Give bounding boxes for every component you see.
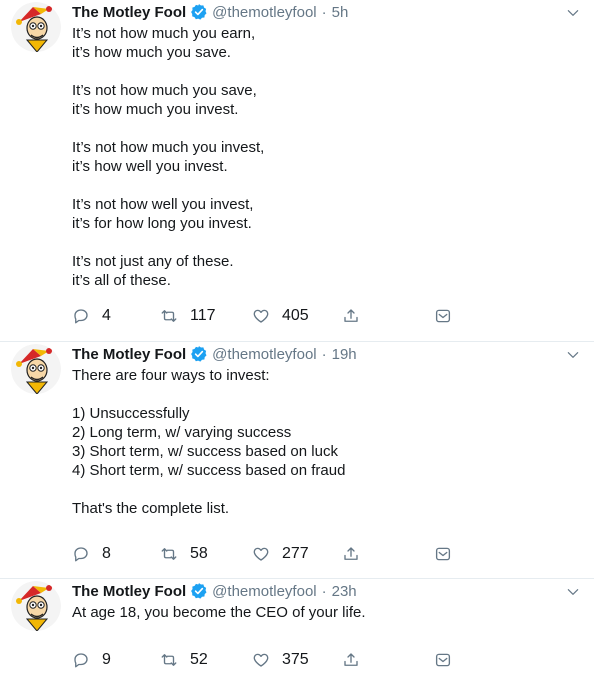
avatar[interactable] xyxy=(11,2,61,52)
like-button[interactable]: 277 xyxy=(252,545,309,563)
retweet-icon xyxy=(161,310,177,322)
timestamp[interactable]: 23h xyxy=(332,583,357,600)
retweet-icon xyxy=(161,548,177,560)
reply-icon xyxy=(74,547,88,562)
timestamp[interactable]: 5h xyxy=(332,4,349,21)
retweet-button[interactable]: 117 xyxy=(160,307,216,325)
jester-avatar-icon xyxy=(11,581,61,631)
tweet-text: At age 18, you become the CEO of your li… xyxy=(72,604,366,621)
verified-badge-icon xyxy=(191,346,207,362)
tweet-header: The Motley Fool @themotleyfool · 23h xyxy=(72,582,357,600)
tweet[interactable]: The Motley Fool @themotleyfool · 19h The… xyxy=(0,342,594,579)
like-count: 405 xyxy=(282,307,309,324)
like-count: 277 xyxy=(282,545,309,562)
separator-dot: · xyxy=(321,345,327,363)
display-name[interactable]: The Motley Fool xyxy=(72,583,186,600)
like-button[interactable]: 405 xyxy=(252,307,309,325)
share-icon xyxy=(344,547,358,560)
jester-avatar-icon xyxy=(11,2,61,52)
share-icon xyxy=(344,309,358,322)
direct-message-button[interactable] xyxy=(434,651,452,669)
direct-message-icon xyxy=(435,309,451,323)
reply-icon xyxy=(74,653,88,668)
avatar[interactable] xyxy=(11,344,61,394)
tweet-actions: 9 52 375 xyxy=(0,651,594,671)
heart-icon xyxy=(253,309,269,323)
reply-count: 8 xyxy=(102,545,111,562)
direct-message-icon xyxy=(435,547,451,561)
separator-dot: · xyxy=(321,582,327,600)
tweet[interactable]: The Motley Fool @themotleyfool · 5h It’s… xyxy=(0,0,594,342)
handle[interactable]: @themotleyfool xyxy=(212,4,316,21)
handle[interactable]: @themotleyfool xyxy=(212,583,316,600)
tweet-header: The Motley Fool @themotleyfool · 19h xyxy=(72,345,357,363)
verified-badge-icon xyxy=(191,583,207,599)
tweet-header: The Motley Fool @themotleyfool · 5h xyxy=(72,3,348,21)
reply-button[interactable]: 4 xyxy=(72,307,111,325)
reply-icon xyxy=(74,309,88,324)
tweet-actions: 8 58 277 xyxy=(0,545,594,565)
display-name[interactable]: The Motley Fool xyxy=(72,4,186,21)
reply-button[interactable]: 8 xyxy=(72,545,111,563)
retweet-count: 117 xyxy=(190,307,216,324)
share-button[interactable] xyxy=(342,545,360,563)
retweet-count: 52 xyxy=(190,651,208,668)
share-button[interactable] xyxy=(342,307,360,325)
share-icon xyxy=(344,653,358,666)
chevron-down-icon[interactable] xyxy=(566,6,580,20)
retweet-button[interactable]: 52 xyxy=(160,651,208,669)
display-name[interactable]: The Motley Fool xyxy=(72,346,186,363)
handle[interactable]: @themotleyfool xyxy=(212,346,316,363)
direct-message-button[interactable] xyxy=(434,307,452,325)
retweet-button[interactable]: 58 xyxy=(160,545,208,563)
like-button[interactable]: 375 xyxy=(252,651,309,669)
tweet-text: There are four ways to invest: 1) Unsucc… xyxy=(72,367,346,517)
retweet-icon xyxy=(161,654,177,666)
chevron-down-icon[interactable] xyxy=(566,585,580,599)
retweet-count: 58 xyxy=(190,545,208,562)
share-button[interactable] xyxy=(342,651,360,669)
jester-avatar-icon xyxy=(11,344,61,394)
direct-message-icon xyxy=(435,653,451,667)
tweet-text: It’s not how much you earn, it’s how muc… xyxy=(72,25,265,289)
separator-dot: · xyxy=(321,3,327,21)
reply-count: 9 xyxy=(102,651,111,668)
timestamp[interactable]: 19h xyxy=(332,346,357,363)
heart-icon xyxy=(253,547,269,561)
avatar[interactable] xyxy=(11,581,61,631)
reply-button[interactable]: 9 xyxy=(72,651,111,669)
like-count: 375 xyxy=(282,651,309,668)
verified-badge-icon xyxy=(191,4,207,20)
heart-icon xyxy=(253,653,269,667)
reply-count: 4 xyxy=(102,307,111,324)
direct-message-button[interactable] xyxy=(434,545,452,563)
tweet-actions: 4 117 405 xyxy=(0,307,594,327)
chevron-down-icon[interactable] xyxy=(566,348,580,362)
